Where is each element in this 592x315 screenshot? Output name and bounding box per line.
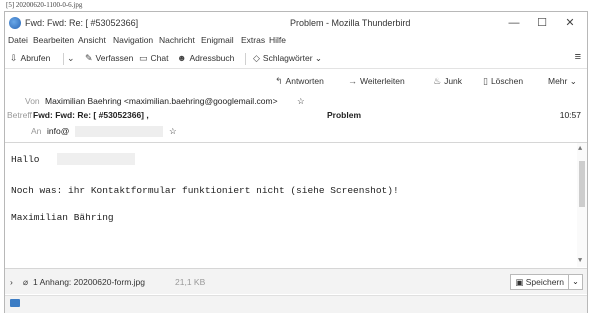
menu-datei[interactable]: Datei [8, 35, 28, 45]
menu-enigmail[interactable]: Enigmail [201, 35, 234, 45]
save-attachment-button[interactable]: ▣ Speichern [510, 274, 569, 290]
toolbar-divider [245, 53, 246, 65]
attachment-size: 21,1 KB [175, 277, 206, 287]
junk-icon: ♨ [433, 76, 442, 86]
body-scrollbar[interactable]: ▲ ▼ [577, 143, 587, 267]
subject-end: Problem [327, 110, 362, 120]
status-bar [5, 295, 587, 313]
thunderbird-app-icon [9, 17, 21, 29]
write-button[interactable]: ✎ Verfassen [85, 53, 133, 64]
scrollbar-thumb[interactable] [579, 161, 585, 207]
menu-extras[interactable]: Extras [241, 35, 265, 45]
redacted-block [75, 126, 163, 137]
menu-bar: Datei Bearbeiten Ansicht Navigation Nach… [5, 34, 587, 48]
subject-value: Fwd: Fwd: Re: [ #53052366] , [33, 110, 149, 120]
window-title-number: #53052366] [90, 18, 139, 28]
toolbar-divider [63, 53, 64, 65]
get-messages-dropdown[interactable]: ⌄ [67, 53, 78, 64]
chevron-down-icon: ⌄ [569, 76, 577, 86]
chevron-down-icon: ⌄ [314, 53, 323, 63]
star-icon[interactable]: ☆ [297, 96, 305, 107]
to-label: An [31, 126, 42, 136]
delete-button[interactable]: ▯ Löschen [483, 73, 523, 89]
more-button[interactable]: Mehr ⌄ [548, 73, 577, 89]
image-caption: [5] 20200620-1100-0-6.jpg [6, 1, 83, 9]
message-action-bar: ↰ Antworten → Weiterleiten ♨ Junk ▯ Löschen … [5, 71, 587, 93]
attachment-bar: › ⌀ 1 Anhang: 20200620-form.jpg 21,1 KB … [5, 268, 587, 294]
menu-hilfe[interactable]: Hilfe [269, 35, 286, 45]
scroll-up-icon[interactable]: ▲ [578, 145, 582, 153]
trash-icon: ▯ [483, 76, 488, 86]
window-title-suffix: Problem - Mozilla Thunderbird [290, 18, 411, 28]
reply-button[interactable]: ↰ Antworten [275, 73, 324, 89]
menu-bearbeiten[interactable]: Bearbeiten [33, 35, 74, 45]
subject-label: Betreff [7, 110, 32, 120]
save-dropdown-button[interactable]: ⌄ [569, 274, 583, 290]
reply-icon: ↰ [275, 76, 283, 86]
chevron-down-icon: ⌄ [67, 53, 75, 63]
main-toolbar: ⇩ Abrufen ⌄ ✎ Verfassen ▭ Chat ☻ Adressbuch … [5, 49, 587, 69]
attachment-summary[interactable]: 1 Anhang: 20200620-form.jpg [33, 277, 145, 287]
star-icon[interactable]: ☆ [169, 126, 177, 137]
contacts-icon: ☻ [177, 53, 187, 63]
minimize-button[interactable]: — [501, 15, 527, 31]
body-greeting: Hallo [11, 154, 40, 165]
from-value[interactable]: Maximilian Baehring <maximilian.baehring… [45, 96, 278, 106]
chat-bubble-icon: ▭ [139, 53, 148, 63]
attachment-toggle-icon[interactable]: › [10, 277, 13, 287]
tags-button[interactable]: ◇ Schlagwörter ⌄ [253, 53, 322, 64]
tag-icon: ◇ [253, 53, 260, 63]
paperclip-icon: ⌀ [23, 277, 29, 287]
scroll-down-icon[interactable]: ▼ [578, 257, 582, 265]
maximize-button[interactable]: ☐ [529, 15, 555, 31]
body-line: Noch was: ihr Kontaktformular funktionie… [11, 185, 399, 196]
body-signature: Maximilian Bähring [11, 212, 114, 223]
message-time: 10:57 [559, 110, 581, 120]
download-icon: ⇩ [10, 53, 18, 63]
header-from-row: Von Maximilian Baehring <maximilian.baeh… [5, 96, 587, 108]
app-menu-button[interactable]: ≡ [575, 51, 581, 63]
chat-button[interactable]: ▭ Chat [139, 53, 168, 64]
menu-ansicht[interactable]: Ansicht [78, 35, 106, 45]
to-value[interactable]: info@ [47, 126, 69, 136]
window-title-prefix: Fwd: Fwd: Re: [ #53052366] [25, 18, 139, 28]
get-messages-button[interactable]: ⇩ Abrufen [10, 53, 50, 64]
close-button[interactable]: ✕ [557, 15, 583, 31]
activity-icon[interactable] [10, 299, 20, 307]
title-bar: Fwd: Fwd: Re: [ #53052366] Problem - Moz… [5, 12, 587, 34]
header-to-row: An info@ ☆ [5, 126, 587, 138]
forward-arrow-icon: → [348, 76, 357, 86]
from-label: Von [25, 96, 40, 106]
pencil-icon: ✎ [85, 53, 93, 63]
junk-button[interactable]: ♨ Junk [433, 73, 462, 89]
menu-navigation[interactable]: Navigation [113, 35, 153, 45]
thunderbird-window: Fwd: Fwd: Re: [ #53052366] Problem - Moz… [4, 11, 588, 313]
address-book-button[interactable]: ☻ Adressbuch [177, 53, 234, 63]
header-subject-row: Betreff Fwd: Fwd: Re: [ #53052366] , Pro… [5, 110, 587, 122]
message-body: Hallo Noch was: ihr Kontaktformular funk… [5, 142, 587, 267]
save-icon: ▣ [515, 277, 524, 287]
forward-button[interactable]: → Weiterleiten [348, 73, 405, 89]
redacted-block [57, 153, 135, 165]
chevron-down-icon: ⌄ [572, 277, 579, 286]
menu-nachricht[interactable]: Nachricht [159, 35, 195, 45]
